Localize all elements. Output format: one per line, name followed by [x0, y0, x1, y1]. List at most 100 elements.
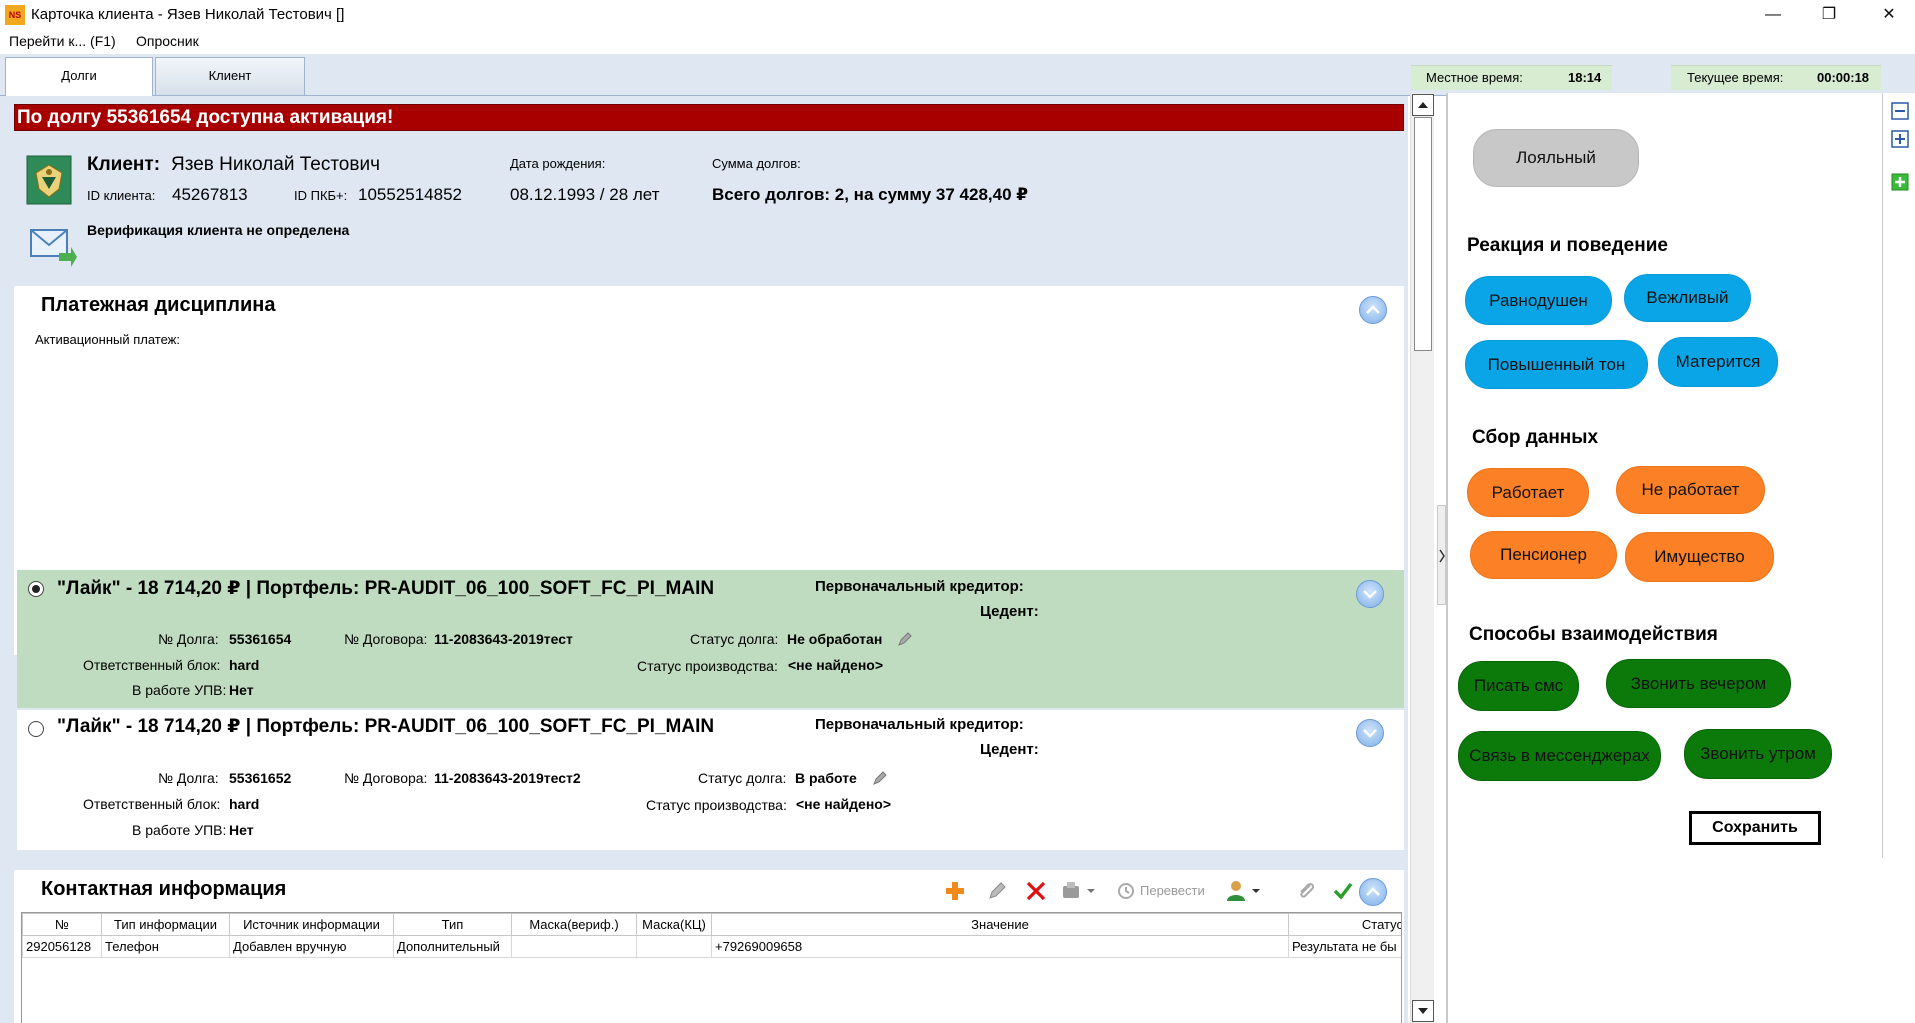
- col-number[interactable]: №: [22, 913, 102, 936]
- expand-down-icon[interactable]: [1356, 580, 1384, 608]
- debt-no-label-2: № Долга:: [158, 770, 219, 786]
- block-label-2: Ответственный блок:: [83, 796, 221, 812]
- edit-pencil-icon[interactable]: [872, 770, 888, 786]
- debt-heading-2: "Лайк" - 18 714,20 ₽ | Портфель: PR-AUDI…: [57, 716, 715, 737]
- col-info-source[interactable]: Источник информации: [229, 913, 394, 936]
- client-name: Язев Николай Тестович: [171, 154, 380, 175]
- col-mask-kc[interactable]: Маска(КЦ): [636, 913, 712, 936]
- cell-info-type: Телефон: [101, 935, 230, 958]
- maximize-button[interactable]: ❐: [1809, 2, 1849, 28]
- collapse-up-icon[interactable]: [1359, 296, 1387, 324]
- prod-status-label-1: Статус производства:: [637, 658, 778, 674]
- contacts-table: № Тип информации Источник информации Тип…: [21, 912, 1402, 1023]
- expand-all-icon[interactable]: [1891, 130, 1909, 148]
- loyal-button[interactable]: Лояльный: [1473, 129, 1639, 187]
- cell-info-source: Добавлен вручную: [229, 935, 394, 958]
- cell-number: 292056128: [22, 935, 102, 958]
- col-status[interactable]: Статус: [1288, 913, 1401, 936]
- tab-debts[interactable]: Долги: [5, 57, 153, 96]
- save-button[interactable]: Сохранить: [1689, 811, 1821, 845]
- minimize-button[interactable]: —: [1753, 2, 1793, 28]
- reaction-raised-voice[interactable]: Повышенный тон: [1465, 340, 1648, 389]
- verification-status: Верификация клиента не определена: [87, 222, 350, 238]
- creditor-label-2: Первоначальный кредитор:: [815, 716, 1024, 733]
- data-not-working[interactable]: Не работает: [1616, 466, 1765, 514]
- birth-date: 08.12.1993 / 28 лет: [510, 185, 660, 204]
- vertical-scrollbar[interactable]: [1410, 93, 1434, 1023]
- col-mask-verif[interactable]: Маска(вериф.): [511, 913, 637, 936]
- phone-dropdown-icon[interactable]: [1061, 880, 1097, 902]
- contacts-panel: Контактная информация Перевести № Тип ин…: [14, 870, 1404, 1023]
- translate-icon[interactable]: [1117, 882, 1135, 900]
- app-logo-icon: NS: [5, 5, 25, 25]
- col-info-type[interactable]: Тип информации: [101, 913, 230, 936]
- data-pensioner[interactable]: Пенсионер: [1470, 531, 1617, 579]
- attach-icon[interactable]: [1296, 880, 1316, 902]
- emblem-icon: [26, 155, 72, 205]
- window-title: Карточка клиента - Язев Николай Тестович…: [31, 6, 345, 23]
- translate-button[interactable]: Перевести: [1140, 883, 1205, 898]
- debt-no-1: 55361654: [229, 631, 292, 647]
- prod-status-2: <не найдено>: [796, 796, 892, 812]
- current-time-box: Текущее время: 00:00:18: [1671, 65, 1881, 90]
- collapse-all-icon[interactable]: [1891, 102, 1909, 120]
- collapse-up-icon[interactable]: [1359, 878, 1387, 906]
- table-row[interactable]: 292056128 Телефон Добавлен вручную Допол…: [22, 935, 1401, 958]
- scroll-down-icon[interactable]: [1412, 1000, 1434, 1022]
- edit-icon[interactable]: [987, 881, 1007, 901]
- current-time-value: 00:00:18: [1817, 70, 1870, 85]
- cell-status: Результата не бы: [1288, 935, 1401, 958]
- debt-radio-1[interactable]: [28, 581, 44, 597]
- creditor-label-1: Первоначальный кредитор:: [815, 578, 1024, 595]
- debt-card-2[interactable]: "Лайк" - 18 714,20 ₽ | Портфель: PR-AUDI…: [17, 710, 1404, 850]
- menu-survey[interactable]: Опросник: [136, 33, 199, 49]
- edit-pencil-icon[interactable]: [897, 631, 913, 647]
- upv-label-2: В работе УПВ:: [132, 822, 227, 838]
- cell-mask-verif: [511, 935, 637, 958]
- reaction-swears[interactable]: Матерится: [1658, 337, 1778, 387]
- mail-forward-icon[interactable]: [29, 227, 77, 267]
- local-time-value: 18:14: [1568, 70, 1602, 85]
- col-value[interactable]: Значение: [711, 913, 1289, 936]
- scrollbar-thumb[interactable]: [1414, 117, 1432, 351]
- local-time-box: Местное время: 18:14: [1411, 65, 1612, 90]
- block-label-1: Ответственный блок:: [83, 657, 221, 673]
- cell-mask-kc: [636, 935, 712, 958]
- interaction-call-evening[interactable]: Звонить вечером: [1606, 659, 1791, 708]
- reaction-polite[interactable]: Вежливый: [1624, 274, 1751, 322]
- activation-alert: По долгу 55361654 доступна активация!: [14, 104, 1404, 131]
- payment-discipline-title: Платежная дисциплина: [41, 294, 276, 316]
- check-icon[interactable]: [1332, 880, 1354, 902]
- current-time-label: Текущее время:: [1687, 70, 1784, 85]
- debt-radio-2[interactable]: [28, 721, 44, 737]
- interaction-sms[interactable]: Писать смс: [1458, 661, 1579, 711]
- pkb-id-label: ID ПКБ+:: [294, 188, 348, 203]
- prod-status-1: <не найдено>: [788, 657, 884, 673]
- col-type[interactable]: Тип: [393, 913, 512, 936]
- user-dropdown-icon[interactable]: [1226, 879, 1262, 903]
- survey-panel: Лояльный Реакция и поведение Равнодушен …: [1446, 93, 1882, 1023]
- data-property[interactable]: Имущество: [1625, 532, 1774, 582]
- contract-label-2: № Договора:: [344, 770, 428, 786]
- interaction-call-morning[interactable]: Звонить утром: [1684, 729, 1832, 779]
- local-time-label: Местное время:: [1426, 70, 1523, 85]
- scroll-up-icon[interactable]: [1412, 94, 1434, 116]
- data-works[interactable]: Работает: [1467, 468, 1589, 517]
- cedent-label-1: Цедент:: [980, 603, 1039, 620]
- upv-label-1: В работе УПВ:: [132, 682, 227, 698]
- delete-icon[interactable]: [1025, 880, 1047, 902]
- expand-down-icon[interactable]: [1356, 719, 1384, 747]
- client-id-label: ID клиента:: [87, 188, 156, 203]
- add-icon[interactable]: [944, 880, 966, 902]
- upv-2: Нет: [229, 822, 254, 838]
- debt-card-1: "Лайк" - 18 714,20 ₽ | Портфель: PR-AUDI…: [17, 570, 1404, 708]
- add-green-icon[interactable]: [1891, 173, 1909, 191]
- block-2: hard: [229, 796, 260, 812]
- client-name-label: Клиент:: [87, 154, 161, 175]
- menu-goto[interactable]: Перейти к... (F1): [9, 33, 116, 49]
- close-button[interactable]: ✕: [1869, 2, 1909, 28]
- interaction-messengers[interactable]: Связь в мессенджерах: [1458, 731, 1661, 781]
- splitter-handle[interactable]: [1437, 505, 1446, 605]
- reaction-indifferent[interactable]: Равнодушен: [1465, 276, 1612, 325]
- tab-client[interactable]: Клиент: [155, 57, 305, 95]
